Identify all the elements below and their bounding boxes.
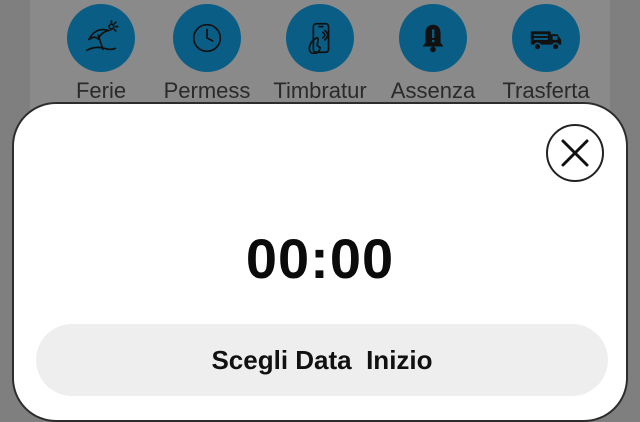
beach-umbrella-icon	[85, 20, 119, 52]
bottom-sheet: 00:00 Scegli Data Inizio	[12, 102, 628, 422]
quick-action-circle	[286, 4, 354, 72]
quick-action-permesso[interactable]: Permess	[152, 4, 262, 104]
quick-action-timbrature[interactable]: Timbratur	[265, 4, 375, 104]
quick-action-label: Permess	[163, 78, 251, 103]
phone-tap-icon	[308, 22, 330, 55]
time-display[interactable]: 00:00	[14, 226, 626, 291]
choose-start-date-button[interactable]: Scegli Data Inizio	[36, 324, 608, 396]
close-button[interactable]	[546, 124, 604, 182]
truck-icon	[530, 31, 562, 51]
quick-action-label: Trasferta	[502, 78, 590, 103]
quick-action-circle	[512, 4, 580, 72]
clock-icon	[192, 23, 222, 53]
quick-actions-row: Ferie Permess Timbratur Assenza Trasfert…	[0, 0, 640, 110]
quick-action-label: Timbratur	[273, 78, 367, 103]
close-icon	[561, 139, 589, 167]
quick-action-circle	[173, 4, 241, 72]
quick-action-label: Ferie	[75, 78, 127, 103]
quick-action-circle	[399, 4, 467, 72]
quick-action-assenza[interactable]: Assenza	[378, 4, 488, 104]
quick-action-ferie[interactable]: Ferie	[46, 4, 156, 104]
bell-alert-icon	[422, 24, 444, 53]
quick-action-label: Assenza	[390, 78, 476, 103]
quick-action-circle	[67, 4, 135, 72]
quick-action-trasferta[interactable]: Trasferta	[491, 4, 601, 104]
